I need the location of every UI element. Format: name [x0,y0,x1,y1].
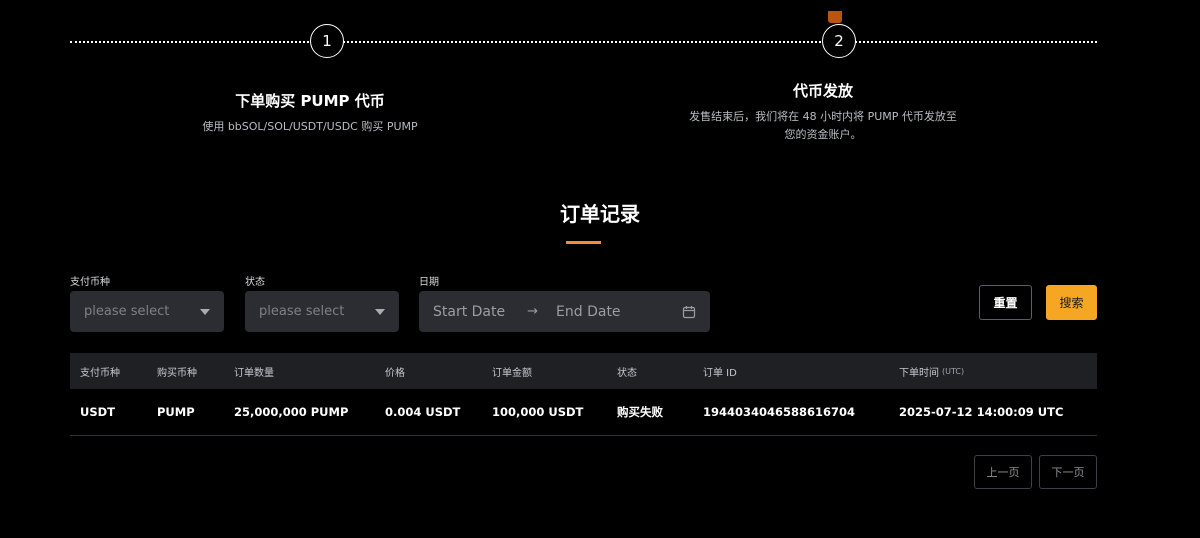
header-time-label: 下单时间 [899,367,939,379]
currency-select-placeholder: please select [84,304,170,319]
search-button[interactable]: 搜索 [1046,285,1097,320]
calendar-icon[interactable] [682,305,696,319]
currency-filter-label: 支付币种 [70,277,110,288]
order-records-title: 订单记录 [560,202,640,226]
cell-pay-currency: USDT [80,405,116,419]
title-underline [566,241,601,244]
status-select-placeholder: please select [259,304,345,319]
caret-down-icon [375,308,385,315]
decoration-graphic [828,11,842,23]
header-order-id: 订单 ID [703,367,737,379]
step-2-description-line-1: 发售结束后，我们将在 48 小时内将 PUMP 代币发放至 [689,110,957,123]
orders-table: 支付币种 购买币种 订单数量 价格 订单金额 状态 订单 ID 下单时间 (UT… [70,353,1097,436]
cell-price: 0.004 USDT [385,405,461,419]
reset-button[interactable]: 重置 [979,285,1032,320]
header-status: 状态 [617,367,637,379]
header-pay-currency: 支付币种 [80,367,120,379]
status-filter-label: 状态 [245,277,265,288]
end-date-input[interactable]: End Date [556,304,621,320]
cell-status: 购买失败 [617,405,663,419]
step-2-title: 代币发放 [792,82,853,100]
date-range-picker[interactable]: Start Date → End Date [419,291,710,332]
currency-select[interactable]: please select [70,291,224,332]
steps-dotted-line [70,41,1097,43]
start-date-input[interactable]: Start Date [433,304,505,320]
header-buy-currency: 购买币种 [157,367,197,379]
cell-quantity: 25,000,000 PUMP [234,405,349,419]
header-time: 下单时间 (UTC) [899,353,964,389]
cell-amount: 100,000 USDT [492,405,584,419]
cell-order-id: 1944034046588616704 [703,405,856,419]
cell-time: 2025-07-12 14:00:09 UTC [899,405,1064,419]
date-filter-label: 日期 [419,277,439,288]
status-select[interactable]: please select [245,291,399,332]
step-2-description: 发售结束后，我们将在 48 小时内将 PUMP 代币发放至 您的资金账户。 [643,108,1003,144]
caret-down-icon [200,308,210,315]
cell-buy-currency: PUMP [157,405,195,419]
step-2-circle: 2 [822,24,856,58]
step-1-title: 下单购买 PUMP 代币 [235,92,385,110]
arrow-right-icon: → [527,304,539,319]
step-1-circle: 1 [310,24,344,58]
step-1-description: 使用 bbSOL/SOL/USDT/USDC 购买 PUMP [202,120,418,133]
table-header: 支付币种 购买币种 订单数量 价格 订单金额 状态 订单 ID 下单时间 (UT… [70,353,1097,389]
table-row: USDT PUMP 25,000,000 PUMP 0.004 USDT 100… [70,389,1097,436]
header-price: 价格 [385,367,405,379]
next-page-button[interactable]: 下一页 [1039,455,1097,489]
header-quantity: 订单数量 [234,367,274,379]
prev-page-button[interactable]: 上一页 [974,455,1032,489]
header-amount: 订单金额 [492,367,532,379]
header-time-timezone: (UTC) [942,366,965,376]
step-2-description-line-2: 您的资金账户。 [784,128,862,141]
